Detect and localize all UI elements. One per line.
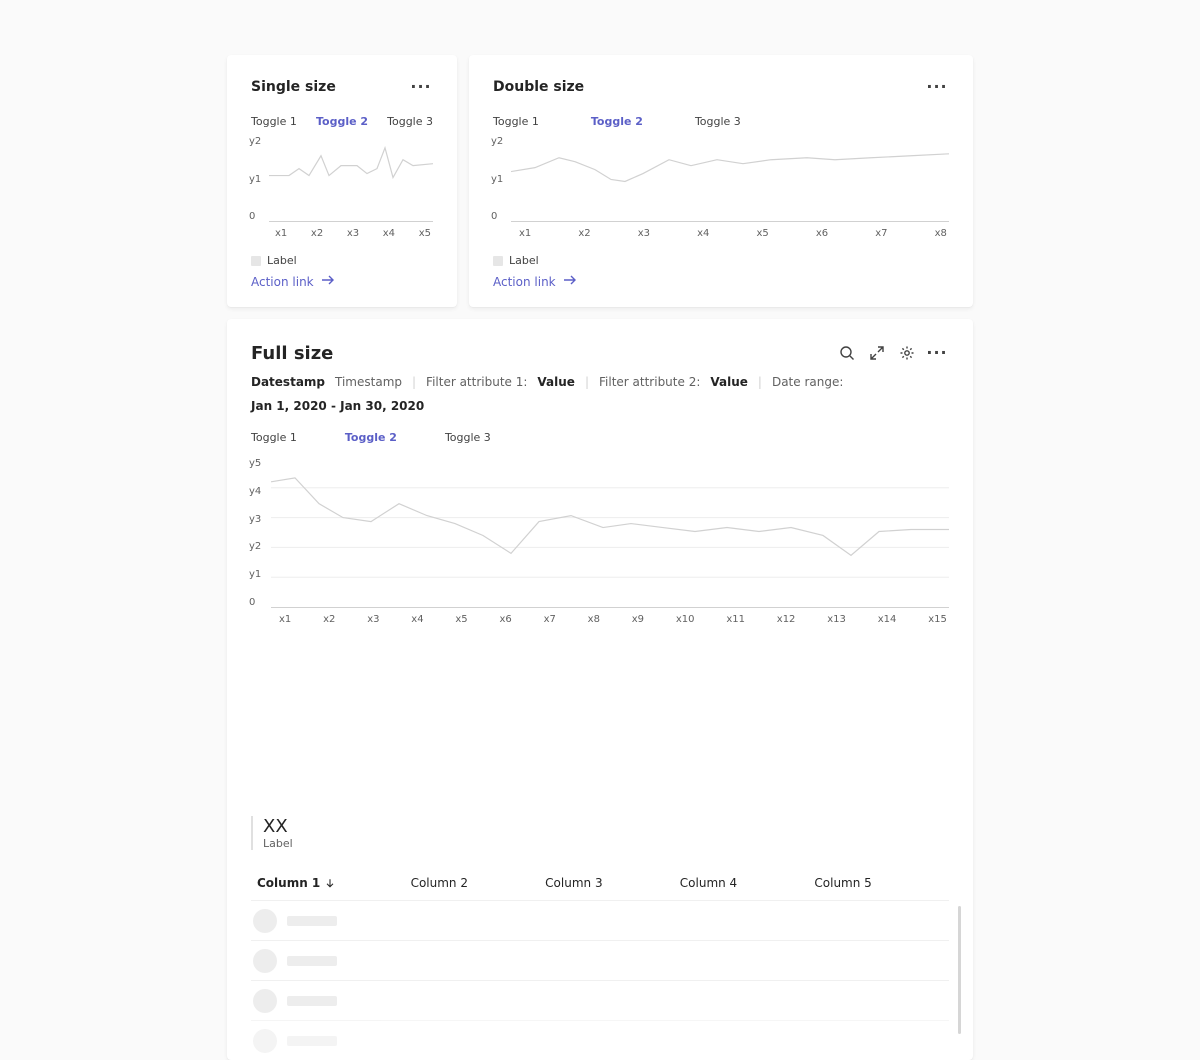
card-title: Full size (251, 343, 333, 364)
toggle-3[interactable]: Toggle 3 (445, 429, 491, 446)
toggle-1[interactable]: Toggle 1 (251, 429, 297, 446)
y-axis: y2 y1 0 (491, 136, 503, 222)
x-axis: x1x2x3x4x5x6x7x8x9x10x11x12x13x14x15 (279, 614, 947, 625)
avatar-placeholder (253, 909, 277, 933)
arrow-right-icon (562, 272, 578, 291)
more-icon: ··· (926, 79, 947, 95)
avatar-placeholder (253, 949, 277, 973)
x-axis: x1x2x3x4x5x6x7x8 (519, 228, 947, 239)
y-axis: y2 y1 0 (249, 136, 261, 222)
card-double: Double size ··· Toggle 1 Toggle 2 Toggle… (469, 55, 973, 307)
subheader: Datestamp Timestamp | Filter attribute 1… (251, 375, 949, 413)
toggle-2[interactable]: Toggle 2 (345, 429, 397, 446)
avatar-placeholder (253, 1029, 277, 1053)
text-placeholder (287, 916, 337, 926)
more-button[interactable]: ··· (409, 75, 433, 99)
timestamp-toggle[interactable]: Timestamp (335, 375, 402, 389)
avatar-placeholder (253, 989, 277, 1013)
more-icon: ··· (410, 79, 431, 95)
table-row[interactable] (251, 980, 949, 1020)
kpi-value: XX (263, 816, 949, 837)
legend: Label (251, 254, 297, 267)
column-header-2[interactable]: Column 2 (411, 876, 546, 890)
column-header-4[interactable]: Column 4 (680, 876, 815, 890)
legend-swatch (493, 256, 503, 266)
toggle-1[interactable]: Toggle 1 (251, 113, 297, 130)
table-row[interactable] (251, 940, 949, 980)
column-header-1[interactable]: Column 1 (251, 876, 411, 890)
more-button[interactable]: ··· (925, 341, 949, 365)
sort-desc-icon (324, 877, 336, 889)
text-placeholder (287, 956, 337, 966)
y-axis: y5 y4 y3 y2 y1 0 (249, 458, 261, 608)
filter2-value[interactable]: Value (710, 375, 748, 389)
gear-icon (899, 345, 915, 361)
table-row[interactable] (251, 1020, 949, 1060)
expand-button[interactable] (865, 341, 889, 365)
card-title: Single size (251, 79, 336, 95)
chart-plot (271, 458, 949, 608)
filter2-label: Filter attribute 2: (599, 375, 700, 389)
column-header-5[interactable]: Column 5 (814, 876, 949, 890)
more-button[interactable]: ··· (925, 75, 949, 99)
card-title: Double size (493, 79, 584, 95)
filter1-value[interactable]: Value (537, 375, 575, 389)
action-link[interactable]: Action link (251, 272, 336, 291)
toggle-1[interactable]: Toggle 1 (493, 113, 539, 130)
column-header-3[interactable]: Column 3 (545, 876, 680, 890)
table-row[interactable] (251, 900, 949, 940)
toggle-3[interactable]: Toggle 3 (387, 113, 433, 130)
x-axis: x1x2x3x4x5 (275, 228, 431, 239)
legend-swatch (251, 256, 261, 266)
toggle-3[interactable]: Toggle 3 (695, 113, 741, 130)
text-placeholder (287, 996, 337, 1006)
kpi-label: Label (263, 837, 949, 850)
more-icon: ··· (926, 345, 947, 361)
chart-plot (269, 136, 433, 222)
datestamp-toggle[interactable]: Datestamp (251, 375, 325, 389)
expand-icon (869, 345, 885, 361)
text-placeholder (287, 1036, 337, 1046)
legend-label: Label (509, 254, 539, 267)
filter1-label: Filter attribute 1: (426, 375, 527, 389)
action-link[interactable]: Action link (493, 272, 578, 291)
search-icon (839, 345, 855, 361)
kpi: XX Label (251, 816, 949, 850)
legend-label: Label (267, 254, 297, 267)
toggle-2[interactable]: Toggle 2 (316, 113, 368, 130)
scrollbar[interactable] (958, 906, 961, 1034)
arrow-right-icon (320, 272, 336, 291)
data-table: Column 1 Column 2 Column 3 Column 4 Colu… (251, 870, 949, 1060)
toggle-2[interactable]: Toggle 2 (591, 113, 643, 130)
settings-button[interactable] (895, 341, 919, 365)
search-button[interactable] (835, 341, 859, 365)
card-full: Full size ··· Datestamp Timestamp | Filt… (227, 319, 973, 1060)
legend: Label (493, 254, 539, 267)
chart-plot (511, 136, 949, 222)
daterange-value[interactable]: Jan 1, 2020 - Jan 30, 2020 (251, 399, 424, 413)
card-single: Single size ··· Toggle 1 Toggle 2 Toggle… (227, 55, 457, 307)
daterange-label: Date range: (772, 375, 843, 389)
